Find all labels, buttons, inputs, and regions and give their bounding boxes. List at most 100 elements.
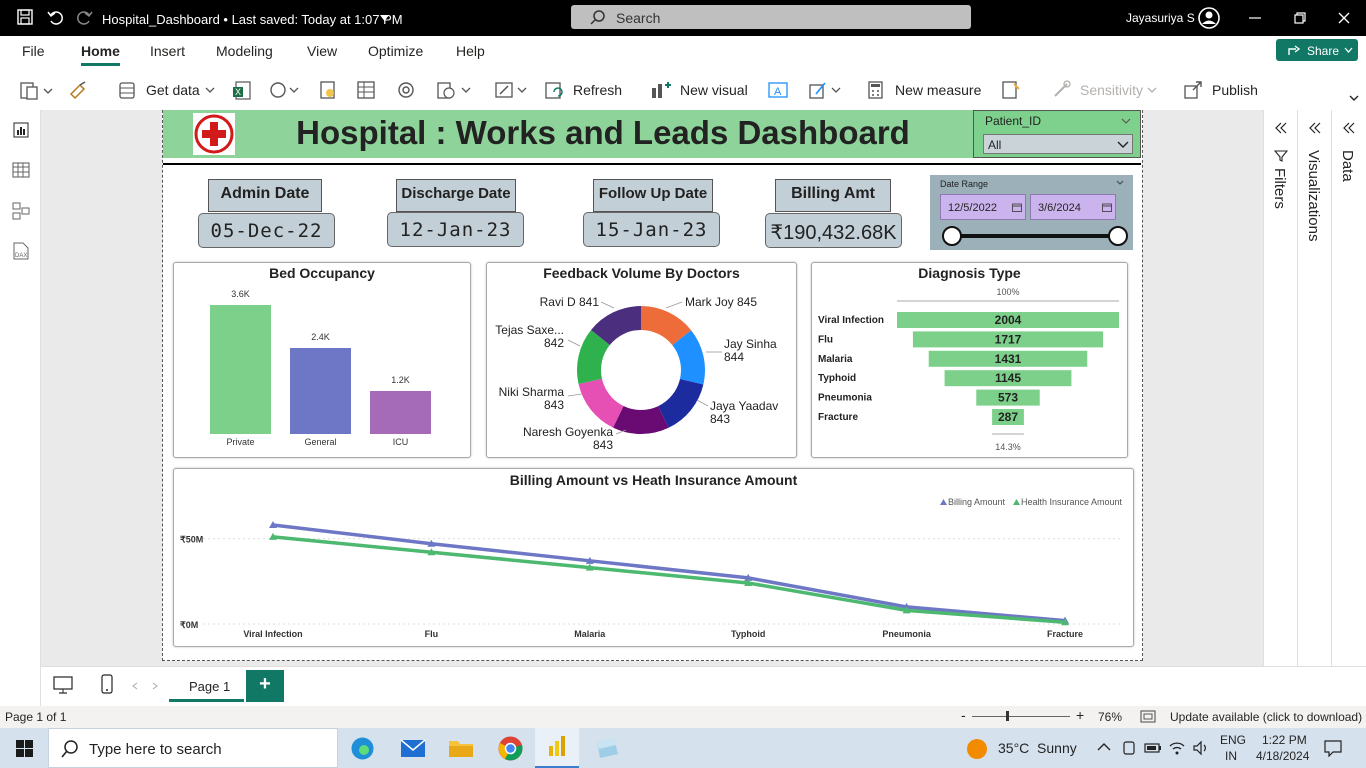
fit-page-icon[interactable] — [1140, 710, 1156, 723]
zoom-in-button[interactable]: + — [1076, 707, 1084, 723]
close-icon[interactable] — [1337, 11, 1351, 25]
legend-marker — [1013, 499, 1020, 505]
chevron-down-icon[interactable] — [1121, 118, 1131, 124]
meet-now-icon[interactable] — [1121, 740, 1137, 756]
menu-insert[interactable]: Insert — [150, 43, 185, 59]
document-title[interactable]: Hospital_Dashboard • Last saved: Today a… — [102, 12, 403, 27]
chevron-down-icon[interactable] — [1116, 180, 1124, 185]
menu-file[interactable]: File — [22, 43, 45, 59]
page-nav-arrows-icon[interactable] — [131, 681, 161, 691]
undo-icon[interactable] — [46, 8, 64, 26]
donut-slice-value: 843 — [710, 412, 730, 426]
onelake-icon[interactable] — [268, 80, 300, 100]
clock-time[interactable]: 1:22 PM — [1262, 733, 1307, 747]
line-x-tick-label: Fracture — [1047, 629, 1083, 639]
table-view-icon[interactable] — [12, 162, 30, 178]
patient-id-dropdown[interactable]: All — [983, 134, 1133, 154]
windows-start-icon[interactable] — [16, 740, 33, 757]
mobile-layout-icon[interactable] — [101, 674, 113, 694]
desktop-layout-icon[interactable] — [53, 676, 73, 694]
menu-home[interactable]: Home — [81, 43, 120, 66]
menu-optimize[interactable]: Optimize — [368, 43, 423, 59]
donut-slice-value: 843 — [593, 438, 613, 452]
visualizations-pane[interactable]: Visualizations — [1297, 110, 1331, 666]
format-painter-icon[interactable] — [68, 80, 88, 100]
collapse-ribbon-icon[interactable] — [1348, 94, 1360, 104]
data-pane[interactable]: Data — [1331, 110, 1366, 666]
save-icon[interactable] — [16, 8, 34, 26]
publish-button[interactable]: Publish — [1212, 82, 1258, 98]
share-button[interactable]: Share — [1276, 39, 1358, 61]
line-x-tick-label: Typhoid — [731, 629, 765, 639]
chrome-icon[interactable] — [497, 735, 524, 762]
menu-modeling[interactable]: Modeling — [216, 43, 273, 59]
restore-icon[interactable] — [1293, 11, 1307, 25]
chevron-down-icon[interactable] — [380, 15, 389, 21]
data-label: Data — [1339, 150, 1356, 182]
search-input[interactable]: Search — [571, 5, 971, 29]
mail-icon[interactable] — [400, 737, 426, 759]
menu-help[interactable]: Help — [456, 43, 485, 59]
billing-insurance-line-chart: ₹50M ₹0M Billing Amount Health Insurance Am… — [180, 497, 1123, 639]
sql-icon[interactable] — [318, 80, 338, 100]
dax-query-icon[interactable]: DAX — [12, 242, 30, 260]
volume-icon[interactable] — [1192, 740, 1210, 756]
sensitivity-button[interactable]: Sensitivity — [1080, 82, 1143, 98]
dashboard-title: Hospital : Works and Leads Dashboard — [296, 114, 910, 151]
enter-data-icon[interactable] — [356, 80, 376, 100]
chevron-down-icon[interactable] — [1146, 80, 1158, 100]
expand-chevrons-icon[interactable] — [1308, 122, 1322, 134]
svg-text:DAX: DAX — [15, 253, 27, 259]
taskbar-search-box[interactable]: Type here to search — [48, 728, 338, 768]
get-data-button[interactable]: Get data — [146, 82, 200, 98]
expand-chevrons-icon[interactable] — [1274, 122, 1288, 134]
avatar-icon[interactable] — [1198, 7, 1220, 29]
dataverse-icon[interactable] — [396, 80, 416, 100]
edge-browser-icon[interactable] — [350, 736, 375, 761]
file-explorer-icon[interactable] — [448, 737, 474, 759]
date-slider-end-handle[interactable] — [1108, 226, 1128, 246]
more-visuals-icon[interactable] — [808, 80, 844, 100]
filters-label: Filters — [1271, 168, 1288, 209]
new-visual-button[interactable]: New visual — [680, 82, 748, 98]
filters-pane[interactable]: Filters — [1263, 110, 1297, 666]
date-slider-start-handle[interactable] — [942, 226, 962, 246]
zoom-out-button[interactable]: - — [961, 707, 966, 723]
refresh-button[interactable]: Refresh — [573, 82, 622, 98]
billing-insurance-title: Billing Amount vs Heath Insurance Amount — [509, 472, 798, 488]
update-notice[interactable]: Update available (click to download) — [1170, 710, 1362, 724]
expand-chevrons-icon[interactable] — [1342, 122, 1356, 134]
battery-icon[interactable] — [1144, 742, 1162, 754]
tab-page-1[interactable]: Page 1 — [169, 669, 244, 702]
menu-view[interactable]: View — [307, 43, 337, 59]
weather-text[interactable]: 35°C Sunny — [998, 740, 1077, 756]
chevron-down-icon[interactable] — [204, 80, 216, 100]
model-view-icon[interactable] — [12, 202, 30, 220]
wifi-icon[interactable] — [1168, 740, 1186, 756]
zoom-handle[interactable] — [1006, 711, 1009, 721]
powerbi-taskbar-button[interactable] — [535, 728, 579, 768]
date-start-input[interactable]: 12/5/2022 — [940, 194, 1026, 220]
paste-icon[interactable] — [20, 80, 54, 100]
app-icon[interactable] — [594, 736, 620, 760]
language-code[interactable]: ENG — [1220, 733, 1246, 747]
transform-data-icon[interactable] — [494, 80, 530, 100]
notification-icon[interactable] — [1324, 739, 1342, 757]
report-view-icon[interactable] — [13, 122, 29, 138]
new-measure-button[interactable]: New measure — [895, 82, 981, 98]
text-box-icon[interactable]: A — [767, 80, 789, 100]
date-end-input[interactable]: 3/6/2024 — [1030, 194, 1116, 220]
donut-leader-line — [567, 393, 583, 397]
zoom-slider[interactable] — [972, 716, 1070, 717]
quick-measure-icon[interactable] — [1000, 80, 1022, 100]
clock-date[interactable]: 4/18/2024 — [1256, 749, 1309, 763]
svg-text:X: X — [235, 87, 241, 97]
add-page-button[interactable]: + — [246, 670, 284, 702]
excel-icon[interactable]: X — [232, 80, 252, 100]
chevron-up-icon[interactable] — [1097, 742, 1111, 752]
redo-icon[interactable] — [76, 8, 94, 26]
language-region[interactable]: IN — [1225, 749, 1237, 763]
recent-sources-icon[interactable] — [436, 80, 472, 100]
minimize-icon[interactable] — [1248, 12, 1262, 24]
funnel-bar-value: 287 — [998, 410, 1018, 424]
